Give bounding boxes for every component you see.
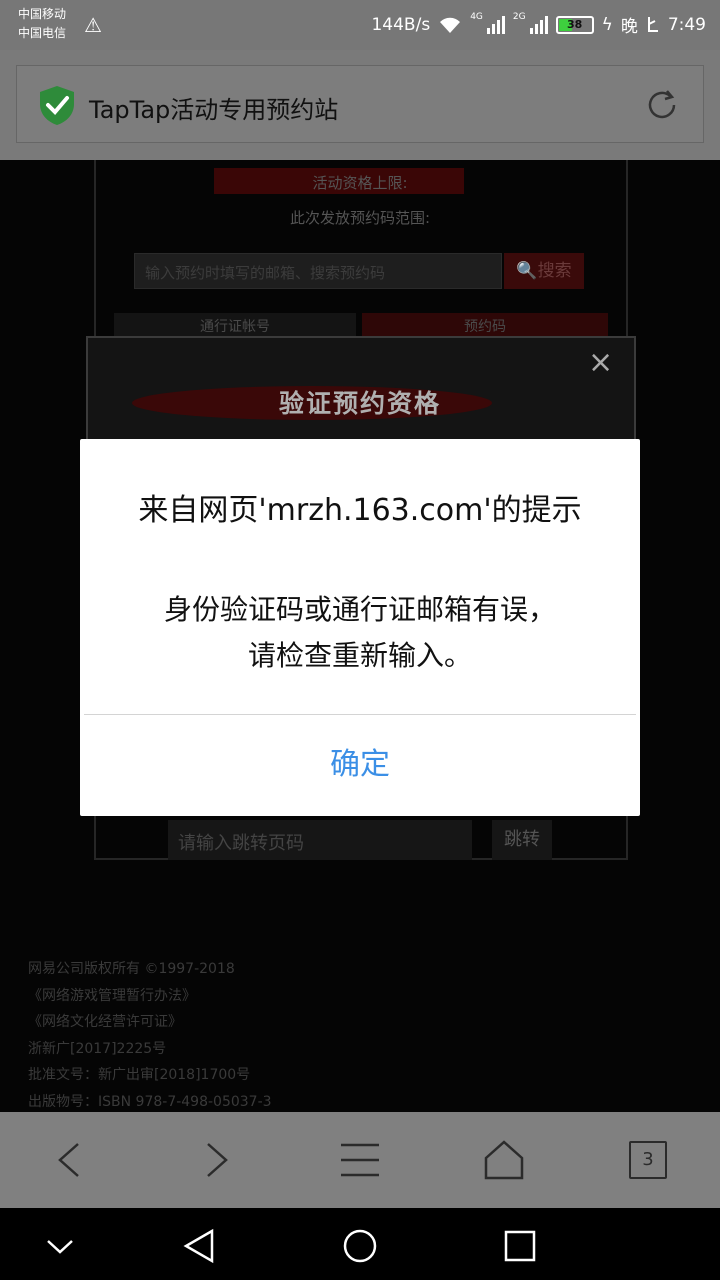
system-nav-bar xyxy=(0,1208,720,1280)
ok-button[interactable]: 确定 xyxy=(80,715,640,815)
carrier-1: 中国移动 xyxy=(18,7,67,21)
address-bar[interactable]: TapTap活动专用预约站 xyxy=(16,65,704,143)
night-label: 晚 xyxy=(620,17,638,37)
nav-home-icon[interactable] xyxy=(340,1226,380,1266)
signal-1-tag: 4G xyxy=(470,12,483,22)
clock: 7:49 xyxy=(667,14,706,35)
net-speed: 144B/s xyxy=(371,14,431,35)
home-icon[interactable] xyxy=(480,1136,528,1184)
qualification-label: 活动资格上限: xyxy=(312,174,408,192)
search-button-label: 搜索 xyxy=(537,261,572,281)
alarm-icon xyxy=(647,16,658,32)
footer-line: 出版物号：ISBN 978-7-498-05037-3 xyxy=(28,1093,272,1110)
footer: 网易公司版权所有 ©1997-2018 《网络游戏管理暂行办法》 《网络文化经营… xyxy=(28,956,272,1112)
footer-line: 浙新广[2017]2225号 xyxy=(28,1040,167,1057)
dialog-message-line: 身份验证码或通行证邮箱有误， xyxy=(163,593,556,626)
search-icon: 🔍 xyxy=(516,261,538,281)
nav-back-icon[interactable] xyxy=(180,1226,220,1266)
address-bar-area: TapTap活动专用预约站 xyxy=(0,50,720,160)
page-jump-input[interactable]: 请输入跳转页码 xyxy=(168,820,472,860)
footer-line[interactable]: 《网络文化经营许可证》 xyxy=(28,1009,272,1036)
charging-icon: ϟ xyxy=(601,14,613,35)
security-shield-icon xyxy=(40,86,74,125)
alert-dialog: 来自网页'mrzh.163.com'的提示 身份验证码或通行证邮箱有误， 请检查… xyxy=(80,439,640,816)
nav-recents-icon[interactable] xyxy=(500,1226,540,1266)
carrier-2: 中国电信 xyxy=(18,26,67,40)
refresh-icon[interactable] xyxy=(643,86,681,124)
close-icon[interactable]: × xyxy=(588,348,613,378)
browser-toolbar xyxy=(0,1112,720,1208)
chevron-down-icon[interactable] xyxy=(40,1226,80,1266)
dialog-title: 来自网页'mrzh.163.com'的提示 xyxy=(138,493,582,528)
page-title: TapTap活动专用预约站 xyxy=(89,96,339,124)
page-jump-button[interactable]: 跳转 xyxy=(492,820,552,860)
modal-heading: 验证预约资格 xyxy=(278,389,441,418)
status-indicators: 144B/s 4G 2G 38 ϟ 晚 7:49 xyxy=(371,12,706,37)
back-icon[interactable] xyxy=(46,1136,94,1184)
search-button[interactable]: 🔍搜索 xyxy=(504,253,584,289)
battery-level: 38 xyxy=(566,18,583,31)
battery-icon: 38 xyxy=(555,15,594,34)
search-input[interactable]: 输入预约时填写的邮箱、搜索预约码 xyxy=(134,253,502,289)
tabs-button[interactable]: 3 xyxy=(629,1141,667,1179)
footer-line: 网易公司版权所有 ©1997-2018 xyxy=(28,961,235,977)
status-bar: 中国移动 中国电信 ⚠ 144B/s 4G 2G 38 ϟ 晚 7:49 xyxy=(0,0,720,50)
signal-2-tag: 2G xyxy=(512,12,526,22)
dialog-message-line: 请检查重新输入。 xyxy=(247,639,472,672)
signal-1-icon xyxy=(486,15,505,34)
menu-icon[interactable] xyxy=(336,1136,384,1184)
carrier-labels: 中国移动 中国电信 xyxy=(18,5,66,43)
warning-icon: ⚠ xyxy=(84,13,102,37)
footer-line[interactable]: 《网络游戏管理暂行办法》 xyxy=(28,983,272,1010)
dialog-message: 身份验证码或通行证邮箱有误， 请检查重新输入。 xyxy=(110,587,610,679)
footer-line: 批准文号：新广出审[2018]1700号 xyxy=(28,1067,251,1083)
range-label: 此次发放预约码范围: xyxy=(289,209,431,227)
signal-2-icon xyxy=(529,15,548,34)
forward-icon[interactable] xyxy=(192,1136,240,1184)
wifi-icon xyxy=(440,17,461,33)
